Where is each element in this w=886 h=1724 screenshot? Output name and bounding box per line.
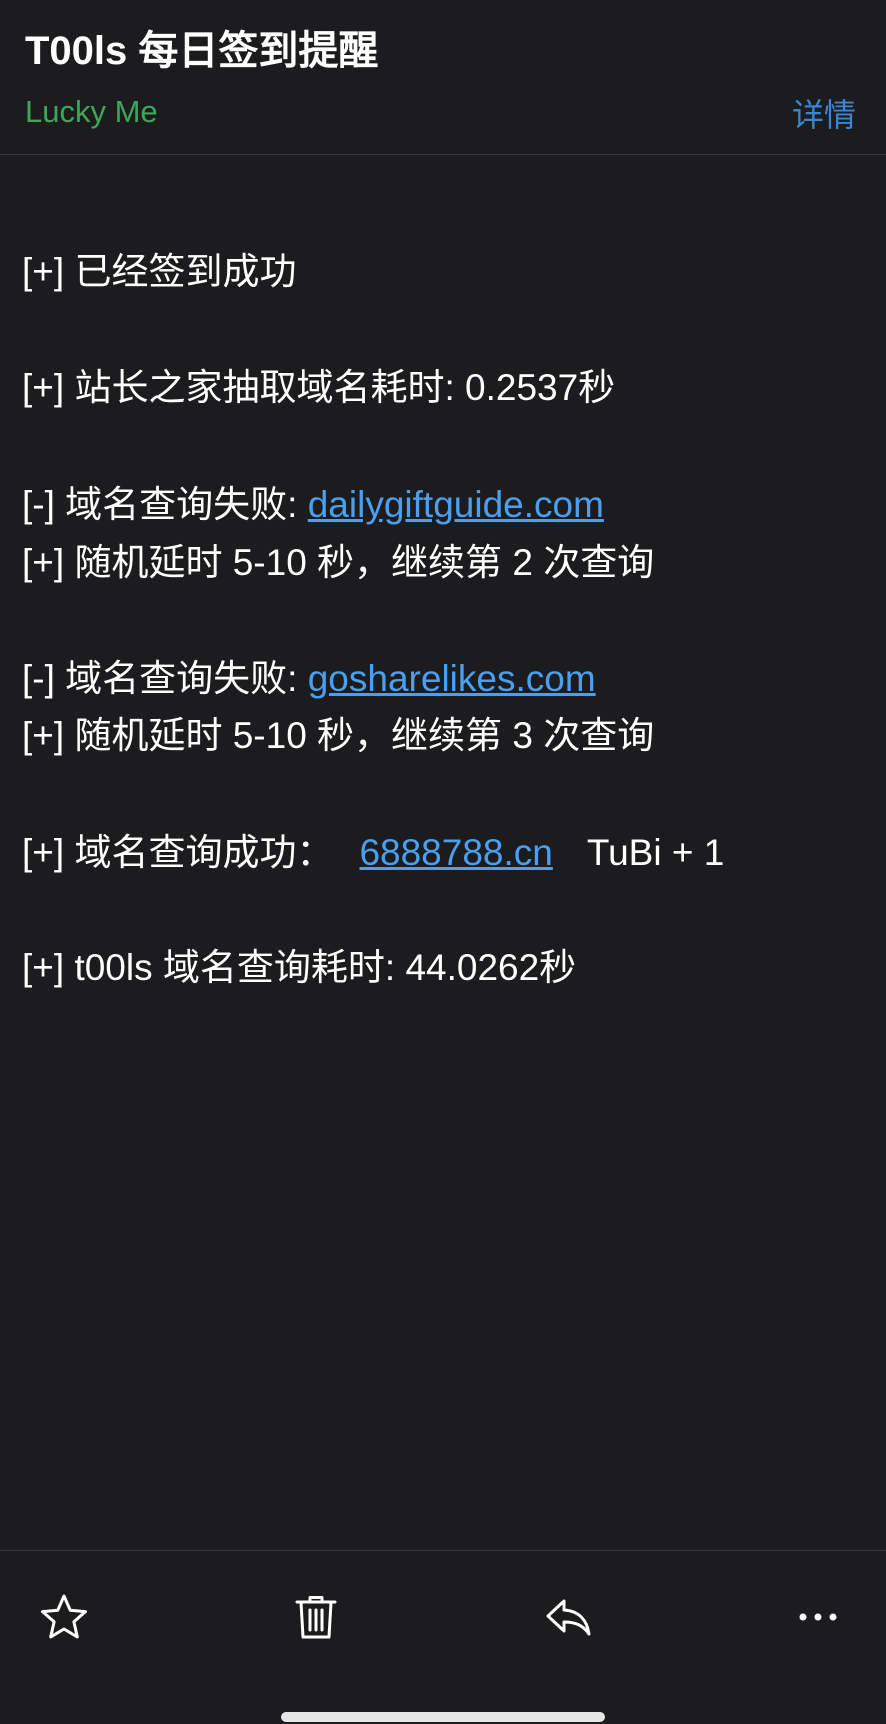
domain-link-dailygiftguide[interactable]: dailygiftguide.com [308, 484, 604, 525]
bottom-toolbar [0, 1550, 886, 1724]
trash-icon [295, 1596, 337, 1639]
domain-link-gosharelikes[interactable]: gosharelikes.com [308, 658, 596, 699]
log-line-total-time: [+] t00ls 域名查询耗时: 44.0262秒 [22, 947, 577, 988]
log-line-prefix: [-] 域名查询失败: [22, 658, 308, 699]
star-icon [41, 1594, 87, 1639]
domain-link-6888788[interactable]: 6888788.cn [359, 832, 552, 873]
sender-name[interactable]: Lucky Me [25, 94, 158, 130]
more-button[interactable] [788, 1587, 848, 1647]
more-icon [799, 1613, 837, 1621]
star-button[interactable] [34, 1587, 94, 1647]
mail-header: T00ls 每日签到提醒 Lucky Me 详情 [0, 0, 886, 155]
tubi-reward: TuBi + 1 [586, 832, 725, 873]
home-indicator[interactable] [281, 1712, 605, 1722]
log-line-retry-2: [+] 随机延时 5-10 秒，继续第 2 次查询 [22, 542, 655, 583]
log-line-retry-3: [+] 随机延时 5-10 秒，继续第 3 次查询 [22, 715, 655, 756]
log-line-query-fail-1: [-] 域名查询失败: dailygiftguide.com [22, 483, 604, 527]
details-link[interactable]: 详情 [792, 90, 856, 136]
log-line-signin: [+] 已经签到成功 [22, 251, 297, 292]
log-line-prefix: [+] 域名查询成功： [22, 832, 334, 873]
log-line-prefix: [-] 域名查询失败: [22, 484, 308, 525]
mail-subject: T00ls 每日签到提醒 [25, 29, 379, 73]
reply-icon [546, 1599, 591, 1636]
log-line-fetch-time: [+] 站长之家抽取域名耗时: 0.2537秒 [22, 367, 616, 408]
log-line-query-fail-2: [-] 域名查询失败: gosharelikes.com [22, 657, 596, 701]
log-line-query-success: [+] 域名查询成功： 6888788.cn TuBi + 1 [22, 831, 724, 875]
delete-button[interactable] [286, 1587, 346, 1647]
reply-button[interactable] [538, 1587, 598, 1647]
